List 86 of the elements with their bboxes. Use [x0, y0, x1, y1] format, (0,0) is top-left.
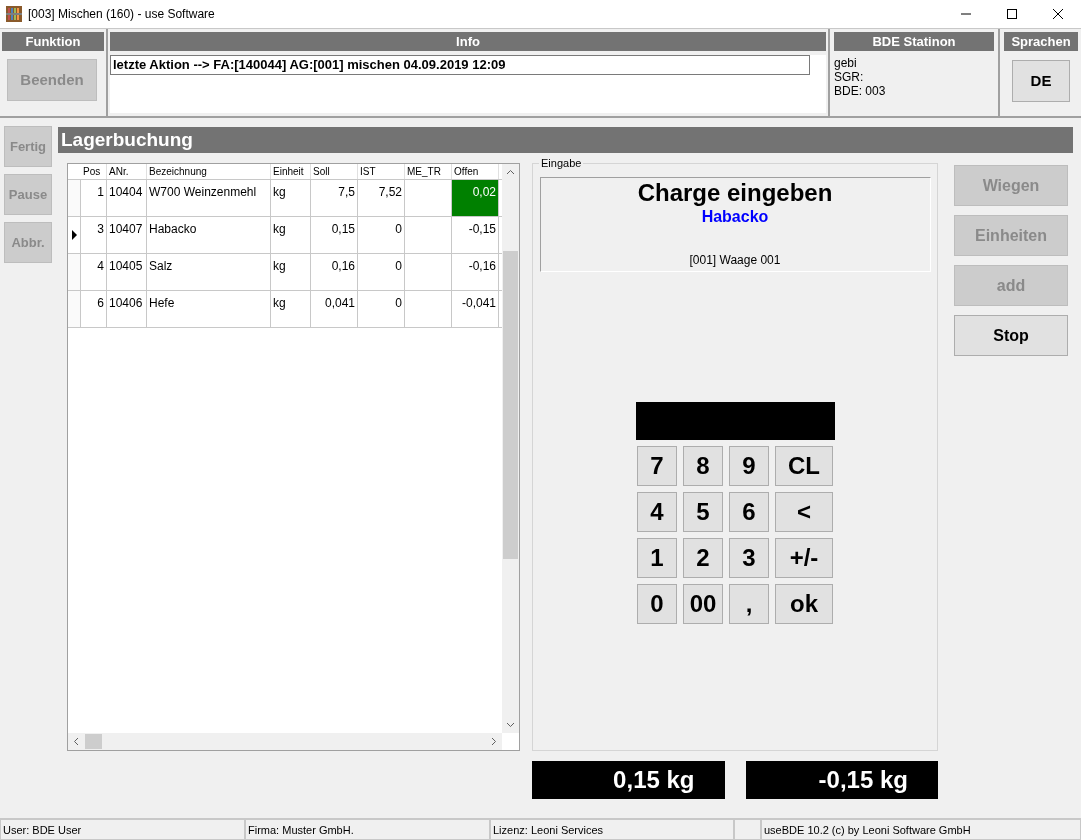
column-header[interactable]: Bezeichnung	[147, 164, 271, 179]
window-title: [003] Mischen (160) - use Software	[28, 6, 215, 23]
panel-header: Info	[110, 32, 826, 51]
table-cell: Habacko	[147, 217, 271, 253]
keypad-key[interactable]: 1	[637, 538, 677, 578]
table-cell: 0	[358, 217, 405, 253]
keypad-key[interactable]: 6	[729, 492, 769, 532]
table-cell: kg	[271, 254, 311, 290]
close-icon	[1053, 9, 1063, 19]
table-cell: 6	[81, 291, 107, 327]
table-cell: kg	[271, 217, 311, 253]
keypad-key[interactable]: 2	[683, 538, 723, 578]
table-cell: 10404	[107, 180, 147, 216]
keypad-key[interactable]: 5	[683, 492, 723, 532]
table-cell: 0,041	[311, 291, 358, 327]
table-cell: Salz	[147, 254, 271, 290]
table-cell: 10407	[107, 217, 147, 253]
table-cell: 0,02	[452, 180, 499, 216]
scale-label: [001] Waage 001	[689, 252, 781, 269]
scroll-thumb[interactable]	[503, 251, 518, 559]
scroll-left-icon[interactable]	[73, 737, 79, 746]
keypad-key[interactable]: ok	[775, 584, 833, 624]
scroll-down-icon[interactable]	[506, 722, 515, 728]
column-header[interactable]: Soll	[311, 164, 358, 179]
vertical-scrollbar[interactable]	[502, 164, 519, 733]
status-field: useBDE 10.2 (c) by Leoni Software GmbH	[761, 819, 1081, 840]
scroll-right-icon[interactable]	[491, 737, 497, 746]
table-cell: 0	[358, 254, 405, 290]
action-button[interactable]: Stop	[954, 315, 1068, 356]
keypad-key[interactable]: CL	[775, 446, 833, 486]
table-cell: -0,15	[452, 217, 499, 253]
horizontal-scrollbar[interactable]	[68, 733, 502, 750]
scroll-up-icon[interactable]	[506, 169, 515, 175]
table-cell: -0,041	[452, 291, 499, 327]
table-cell: 3	[81, 217, 107, 253]
table-cell: 7,5	[311, 180, 358, 216]
app-icon	[6, 6, 22, 22]
language-button[interactable]: DE	[1012, 60, 1070, 102]
panel-header: Sprachen	[1004, 32, 1078, 51]
panel-header: BDE Statinon	[834, 32, 994, 51]
keypad-key[interactable]: <	[775, 492, 833, 532]
column-header[interactable]: IST	[358, 164, 405, 179]
station-info: BDE: 003	[834, 84, 887, 98]
table-cell: kg	[271, 180, 311, 216]
entry-field[interactable]	[635, 402, 835, 440]
keypad-key[interactable]: 9	[729, 446, 769, 486]
column-header[interactable]: Offen	[452, 164, 499, 179]
table-cell: W700 Weinzenmehl	[147, 180, 271, 216]
table-cell: 7,52	[358, 180, 405, 216]
keypad-key[interactable]: 4	[637, 492, 677, 532]
table-cell: 10405	[107, 254, 147, 290]
article-name: Habacko	[701, 207, 769, 227]
weight-readout: -0,15 kg	[745, 761, 938, 799]
keypad-key[interactable]: 3	[729, 538, 769, 578]
column-header[interactable]: Pos	[81, 164, 107, 179]
panel-header: Funktion	[2, 32, 104, 51]
maximize-icon	[1007, 9, 1017, 19]
info-message: letzte Aktion --> FA:[140044] AG:[001] mischen 04.09.2019 12:09	[110, 55, 810, 75]
table-cell: 0,15	[311, 217, 358, 253]
keypad-key[interactable]: ,	[729, 584, 769, 624]
prompt-heading: Charge eingeben	[637, 179, 833, 207]
status-field: Firma: Muster GmbH.	[245, 819, 490, 840]
table-cell: -0,16	[452, 254, 499, 290]
keypad-key[interactable]: 8	[683, 446, 723, 486]
row-pointer-icon	[71, 230, 77, 240]
table-cell: kg	[271, 291, 311, 327]
station-info: SGR:	[834, 70, 865, 84]
status-field: Lizenz: Leoni Services	[490, 819, 734, 840]
station-info: gebi	[834, 56, 858, 70]
status-field: User: BDE User	[0, 819, 245, 840]
scroll-thumb[interactable]	[85, 734, 102, 749]
column-header[interactable]: ME_TR	[405, 164, 452, 179]
table-cell: 0	[358, 291, 405, 327]
table-cell: 4	[81, 254, 107, 290]
column-header[interactable]: ANr.	[107, 164, 147, 179]
keypad-key[interactable]: 7	[637, 446, 677, 486]
table-cell: 1	[81, 180, 107, 216]
table-cell: 10406	[107, 291, 147, 327]
section-header: Lagerbuchung	[58, 127, 1073, 153]
table-cell: Hefe	[147, 291, 271, 327]
keypad-key[interactable]: +/-	[775, 538, 833, 578]
table-cell: 0,16	[311, 254, 358, 290]
keypad-key[interactable]: 0	[637, 584, 677, 624]
weight-readout: 0,15 kg	[532, 761, 725, 799]
keypad-key[interactable]: 00	[683, 584, 723, 624]
column-header[interactable]: Einheit	[271, 164, 311, 179]
